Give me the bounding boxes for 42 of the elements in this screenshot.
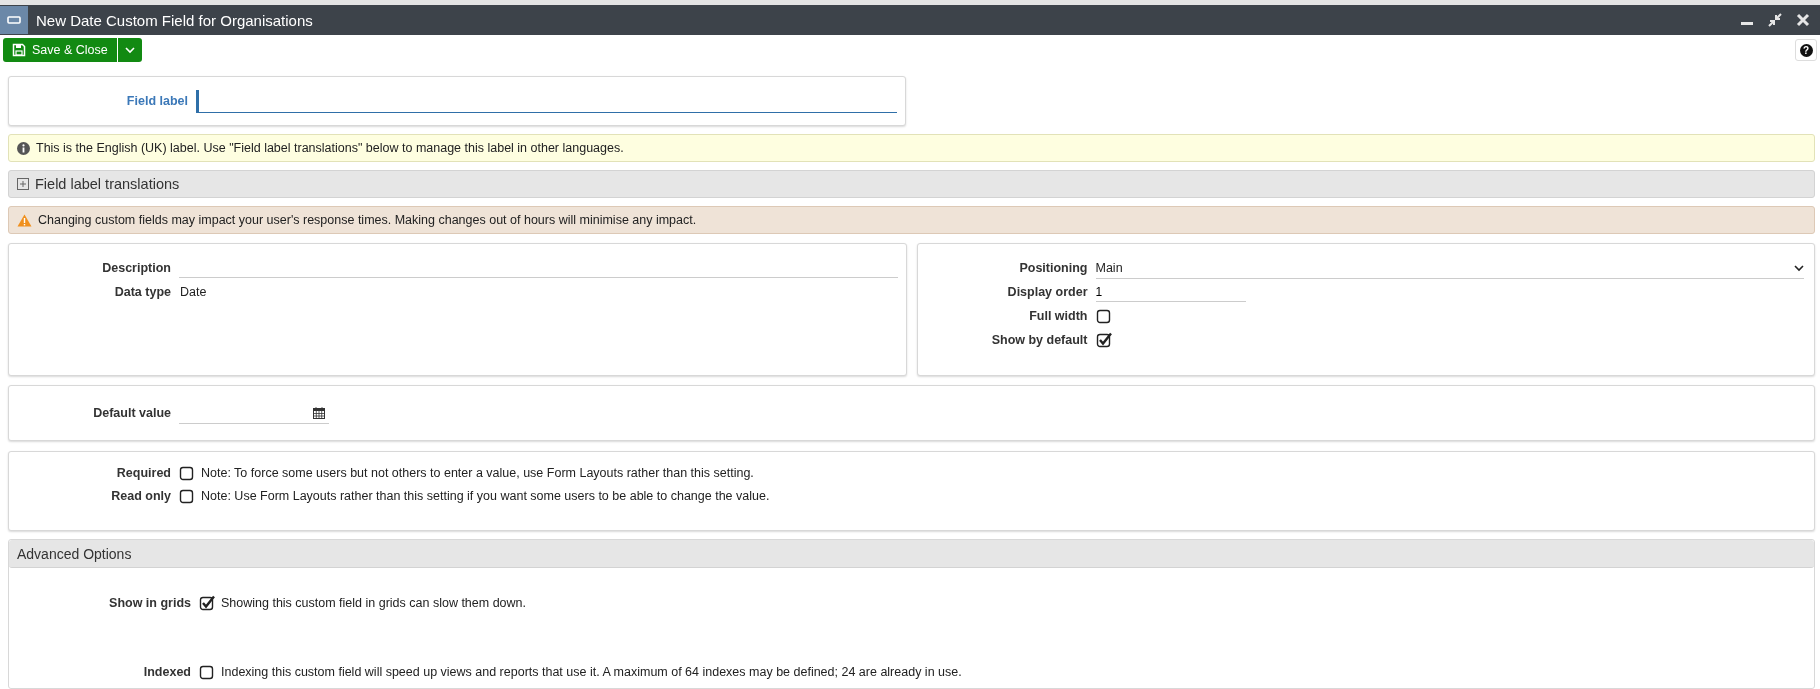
note-text: Indexing this custom field will speed up views and reports that use it. A maximum of 64 indexes may be defined; 24 are already in use.: [221, 664, 962, 679]
checkbox[interactable]: [199, 663, 215, 680]
field-label: Full width: [1028, 309, 1089, 323]
checkbox[interactable]: [1095, 308, 1112, 324]
info-icon: [17, 141, 30, 155]
info-message: This is the English (UK) label. Use "Field label translations" below to manage this label in other languages.: [36, 141, 624, 155]
note-text: Note: Use Form Layouts rather than this setting if you want some users to be able to change the value.: [201, 488, 770, 503]
field-label: Default value: [92, 406, 172, 420]
checkbox[interactable]: [179, 464, 195, 481]
calendar-icon: [313, 406, 325, 419]
checked-checkbox[interactable]: [1095, 332, 1112, 348]
field-label: Data type: [113, 285, 172, 299]
field-label-input[interactable]: [196, 89, 897, 113]
warning-icon: [17, 213, 32, 227]
field-label: Indexed: [142, 664, 192, 679]
checked-checkbox[interactable]: [199, 594, 215, 611]
chevron-down-icon: [1794, 263, 1804, 272]
collapse-arrows-icon[interactable]: [1768, 13, 1782, 27]
warning-message: Changing custom fields may impact your user's response times. Making changes out of hours will minimise any impact.: [38, 213, 697, 227]
chevron-down-icon: [124, 46, 135, 54]
field-label: Display order: [1006, 285, 1089, 299]
field-label: Positioning: [1018, 261, 1089, 275]
field-label: Show by default: [990, 333, 1089, 347]
note-text: Note: To force some users but not others to enter a value, use Form Layouts rather than this setting.: [201, 465, 754, 480]
dropdown-button[interactable]: [117, 38, 142, 62]
field-value: Date: [179, 285, 207, 299]
advanced-options-header: Advanced Options: [9, 540, 1814, 568]
window-title: New Date Custom Field for Organisations: [36, 11, 314, 29]
save-close-button[interactable]: Save & Close: [3, 38, 117, 62]
field-label: Field label: [125, 94, 189, 108]
close-icon[interactable]: [1796, 13, 1810, 27]
field-label: Description: [101, 261, 172, 275]
positioning-select[interactable]: Main: [1095, 257, 1804, 279]
field-label: Show in grids: [108, 595, 192, 610]
window-icon: [0, 5, 28, 35]
checkbox[interactable]: [179, 487, 195, 504]
note-text: Showing this custom field in grids can slow them down.: [221, 595, 526, 610]
translations-section-header[interactable]: Field label translations: [8, 170, 1815, 198]
field-label: Required: [115, 465, 172, 480]
section-title: Field label translations: [35, 176, 180, 192]
help-button[interactable]: ?: [1795, 39, 1817, 61]
field-label: Read only: [110, 488, 172, 503]
